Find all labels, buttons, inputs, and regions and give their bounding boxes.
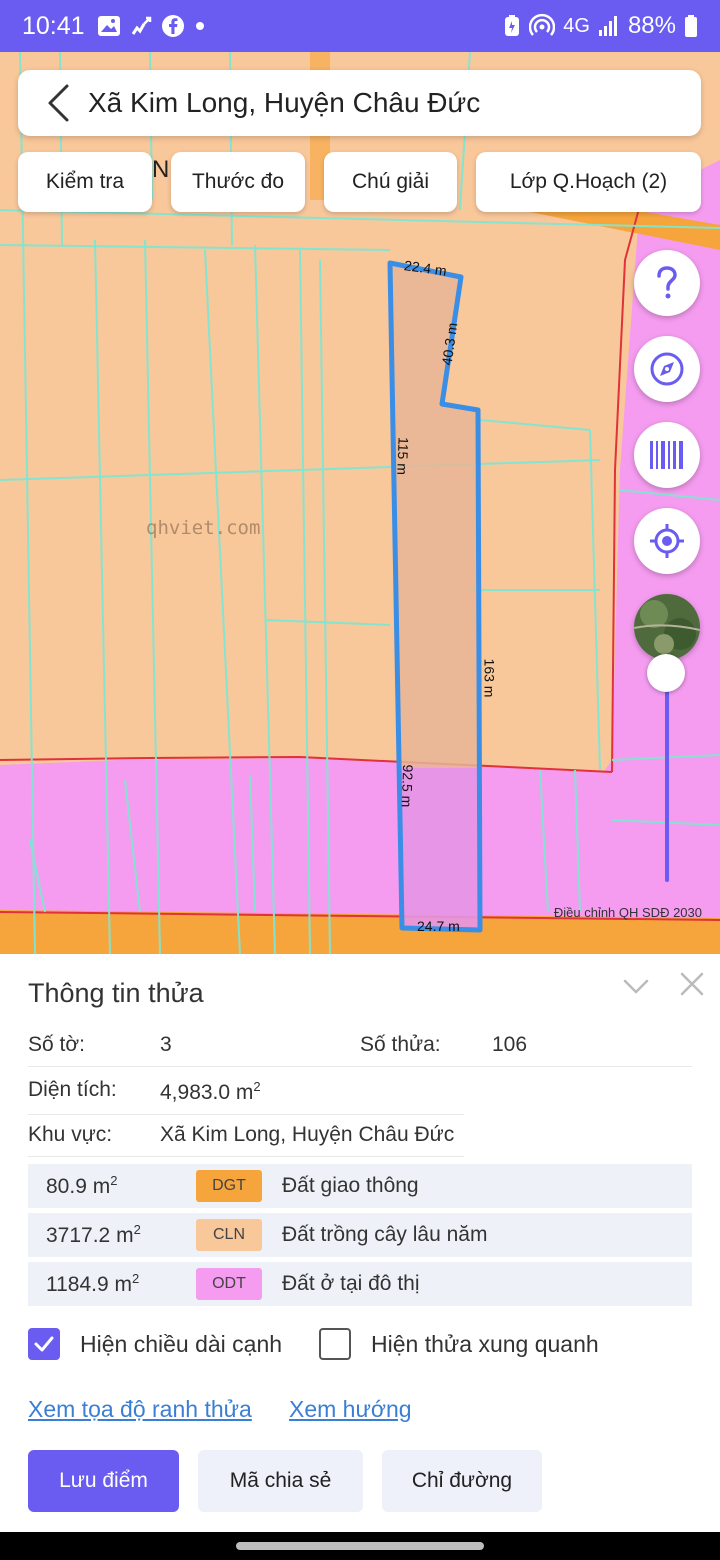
- locate-button[interactable]: [634, 508, 700, 574]
- show-edges-checkbox[interactable]: [28, 1328, 60, 1360]
- satellite-layer-button[interactable]: [634, 594, 700, 660]
- signal-icon: [598, 16, 617, 36]
- area-label: Diện tích:: [28, 1078, 117, 1101]
- save-point-button[interactable]: Lưu điểm: [28, 1450, 179, 1512]
- divider: [28, 1114, 464, 1115]
- back-button[interactable]: [38, 83, 78, 123]
- sheet-title: Thông tin thửa: [28, 978, 204, 1008]
- map-watermark: qhviet.com: [146, 517, 261, 539]
- barcode-button[interactable]: [634, 422, 700, 488]
- sheet-number-value: 3: [160, 1033, 172, 1056]
- edge-label-left-lower: 92.5 m: [398, 764, 417, 808]
- parcel-number-label: Số thửa:: [360, 1033, 441, 1056]
- help-icon: [657, 266, 677, 299]
- battery-icon: [685, 15, 697, 37]
- collapse-button[interactable]: [622, 972, 650, 1000]
- opacity-slider-handle[interactable]: [647, 654, 685, 692]
- help-button[interactable]: [634, 250, 700, 316]
- view-direction-link[interactable]: Xem hướng: [289, 1396, 412, 1423]
- check-icon: [34, 1336, 54, 1352]
- divider: [28, 1156, 464, 1157]
- land-use-code-badge: CLN: [196, 1219, 262, 1251]
- divider: [28, 1066, 692, 1067]
- chevron-down-icon: [623, 979, 649, 994]
- show-neighbors-checkbox[interactable]: [319, 1328, 351, 1360]
- map-attribution: Điều chỉnh QH SDĐ 2030: [553, 905, 702, 920]
- hotspot-icon: [529, 13, 556, 36]
- share-code-button[interactable]: Mã chia sẻ: [198, 1450, 363, 1512]
- edge-label-right: 163 m: [481, 658, 498, 698]
- compass-button[interactable]: [634, 336, 700, 402]
- close-button[interactable]: [678, 970, 706, 998]
- land-use-code-badge: ODT: [196, 1268, 262, 1300]
- show-edges-toggle[interactable]: Hiện chiều dài cạnh: [28, 1328, 282, 1360]
- location-title: Xã Kim Long, Huyện Châu Đức: [88, 87, 481, 118]
- status-time: 10:41: [22, 11, 85, 40]
- compass-icon: [650, 352, 684, 386]
- facebook-icon: [161, 15, 184, 37]
- land-use-code-badge: DGT: [196, 1170, 262, 1202]
- edge-label-bottom: 24.7 m: [417, 918, 460, 934]
- system-nav-bar: [0, 1532, 720, 1560]
- missed-call-icon: [131, 16, 151, 35]
- satellite-layer-icon: [634, 594, 700, 660]
- close-icon: [680, 972, 704, 996]
- land-use-name: Đất ở tại đô thị: [282, 1272, 420, 1295]
- show-neighbors-toggle[interactable]: Hiện thửa xung quanh: [319, 1328, 599, 1360]
- area-value: 4,983.0 m2: [160, 1079, 261, 1104]
- back-arrow-icon: [48, 84, 69, 122]
- planning-layer-button[interactable]: Lớp Q.Hoạch (2): [476, 152, 701, 212]
- parcel-number-value: 106: [492, 1033, 528, 1056]
- region-value: Xã Kim Long, Huyện Châu Đức: [160, 1123, 455, 1146]
- status-bar: 10:41 4G 88%: [0, 0, 720, 52]
- battery-saver-icon: [505, 15, 520, 36]
- home-gesture-handle[interactable]: [236, 1542, 484, 1550]
- network-type: 4G: [563, 14, 590, 37]
- directions-button[interactable]: Chỉ đường: [382, 1450, 542, 1512]
- measure-button[interactable]: Thước đo: [171, 152, 305, 212]
- locate-icon: [650, 524, 684, 558]
- battery-percent: 88%: [627, 12, 676, 39]
- dot-icon: [195, 22, 204, 30]
- land-use-row: 80.9 m2 DGT Đất giao thông: [28, 1164, 692, 1208]
- show-neighbors-label: Hiện thửa xung quanh: [371, 1330, 599, 1357]
- land-use-name: Đất trồng cây lâu năm: [282, 1223, 488, 1246]
- barcode-icon: [650, 441, 683, 469]
- legend-button[interactable]: Chú giải: [324, 152, 457, 212]
- map-label: N: [152, 156, 170, 183]
- check-button[interactable]: Kiểm tra: [18, 152, 152, 212]
- land-use-name: Đất giao thông: [282, 1174, 419, 1197]
- show-edges-label: Hiện chiều dài cạnh: [80, 1330, 283, 1357]
- edge-label-left-upper: 115 m: [394, 436, 412, 476]
- image-icon: [97, 16, 120, 36]
- land-use-area: 3717.2 m2: [46, 1222, 141, 1247]
- view-coordinates-link[interactable]: Xem tọa độ ranh thửa: [28, 1396, 252, 1423]
- land-use-row: 3717.2 m2 CLN Đất trồng cây lâu năm: [28, 1213, 692, 1257]
- opacity-slider-track[interactable]: [665, 672, 669, 882]
- land-use-area: 80.9 m2: [46, 1173, 118, 1198]
- land-use-area: 1184.9 m2: [46, 1271, 140, 1296]
- region-label: Khu vực:: [28, 1123, 113, 1146]
- location-header: Xã Kim Long, Huyện Châu Đức: [18, 70, 701, 136]
- sheet-number-label: Số tờ:: [28, 1033, 85, 1056]
- land-use-row: 1184.9 m2 ODT Đất ở tại đô thị: [28, 1262, 692, 1306]
